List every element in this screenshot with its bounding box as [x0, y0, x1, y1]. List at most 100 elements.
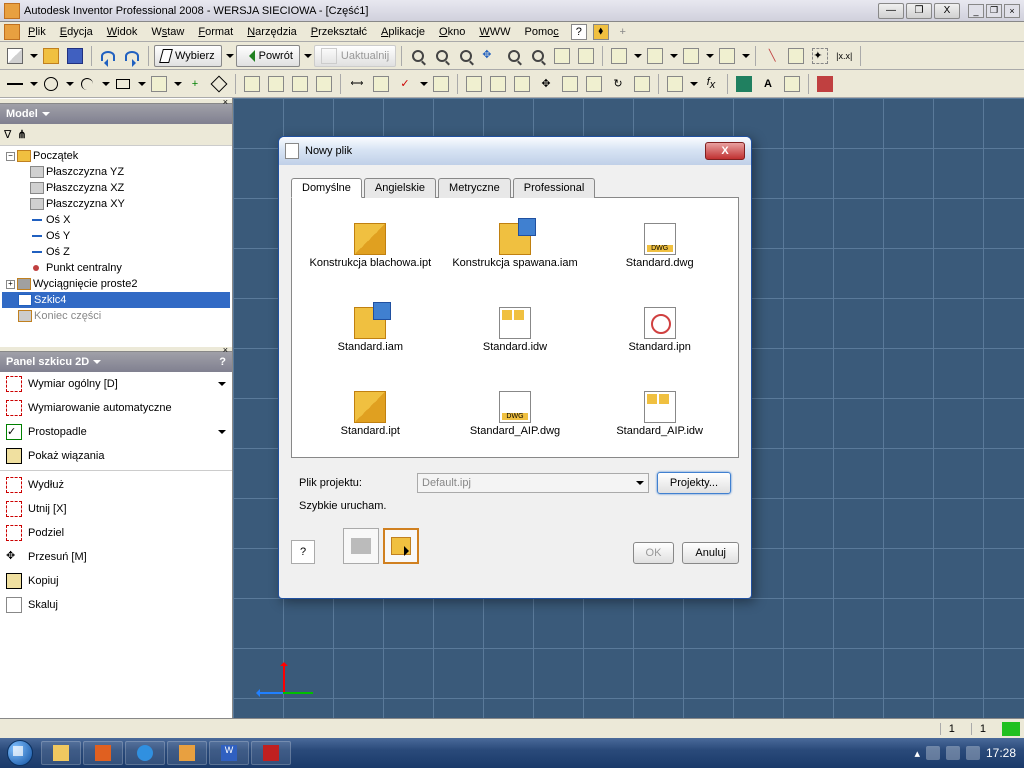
shade-icon[interactable]	[608, 45, 630, 67]
doc-close-button[interactable]: ×	[1004, 4, 1020, 18]
pattern-rect-icon[interactable]	[265, 73, 287, 95]
fillet-icon[interactable]	[148, 73, 170, 95]
arc-icon[interactable]	[76, 73, 98, 95]
tray-volume-icon[interactable]	[966, 746, 980, 760]
orbit-icon[interactable]	[551, 45, 573, 67]
tab-english[interactable]: Angielskie	[364, 178, 436, 198]
sketch-line-icon[interactable]: ╲	[761, 45, 783, 67]
template-item[interactable]: Standard.iam	[300, 290, 441, 370]
task-media[interactable]	[83, 741, 123, 765]
section-icon[interactable]	[716, 45, 738, 67]
help-icon[interactable]: ?	[571, 24, 587, 40]
mirror-icon[interactable]	[241, 73, 263, 95]
menu-edycja[interactable]: Edycja	[54, 25, 99, 39]
tool-autodim[interactable]: Wymiarowanie automatyczne	[0, 396, 232, 420]
image-icon[interactable]	[733, 73, 755, 95]
rect-icon[interactable]	[112, 73, 134, 95]
menu-plik[interactable]: Plik	[22, 25, 52, 39]
line-icon[interactable]	[4, 73, 26, 95]
dialog-titlebar[interactable]: Nowy plik X	[279, 137, 751, 165]
sketch-panel-header[interactable]: Panel szkicu 2D?	[0, 352, 232, 372]
tool-copy[interactable]: Kopiuj	[0, 569, 232, 593]
task-pdf[interactable]	[251, 741, 291, 765]
finish-sketch-icon[interactable]	[814, 73, 836, 95]
tree-item[interactable]: Płaszczyzna YZ	[2, 164, 230, 180]
new-button[interactable]	[4, 45, 26, 67]
tree-root[interactable]: −Początek	[2, 148, 230, 164]
panel-splitter-top[interactable]: ×	[0, 98, 232, 104]
show-constraints-icon[interactable]	[430, 73, 452, 95]
menu-format[interactable]: Format	[192, 25, 239, 39]
offset-icon[interactable]	[313, 73, 335, 95]
rotate-icon[interactable]: ↻	[607, 73, 629, 95]
tree-item[interactable]: Płaszczyzna XY	[2, 196, 230, 212]
scale-icon[interactable]	[583, 73, 605, 95]
task-explorer[interactable]	[41, 741, 81, 765]
template-item[interactable]: Standard.dwg	[589, 206, 730, 286]
menu-pomoc[interactable]: Pomoc	[519, 25, 565, 39]
back-dropdown[interactable]	[304, 54, 312, 62]
tool-scale[interactable]: Skaluj	[0, 593, 232, 617]
template-item[interactable]: Standard.ipn	[589, 290, 730, 370]
quick-launch-new[interactable]	[383, 528, 419, 564]
camera-icon[interactable]	[680, 45, 702, 67]
tool-dimension[interactable]: Wymiar ogólny [D]	[0, 372, 232, 396]
dim-icon[interactable]: ⟷	[346, 73, 368, 95]
template-item[interactable]: Konstrukcja blachowa.ipt	[300, 206, 441, 286]
ok-button[interactable]: OK	[633, 542, 675, 564]
redo-button[interactable]	[121, 45, 143, 67]
task-inventor[interactable]	[167, 741, 207, 765]
tree-item[interactable]: Oś Y	[2, 228, 230, 244]
text-icon[interactable]: A	[757, 73, 779, 95]
dialog-close-button[interactable]: X	[705, 142, 745, 160]
split-icon[interactable]	[511, 73, 533, 95]
template-item[interactable]: Konstrukcja spawana.iam	[445, 206, 586, 286]
menu-widok[interactable]: Widok	[101, 25, 144, 39]
zoom-all-icon[interactable]	[503, 45, 525, 67]
zoom-out-icon[interactable]	[431, 45, 453, 67]
cancel-button[interactable]: Anuluj	[682, 542, 739, 564]
move-icon[interactable]: ✥	[535, 73, 557, 95]
tab-metric[interactable]: Metryczne	[438, 178, 511, 198]
tab-professional[interactable]: Professional	[513, 178, 596, 198]
menu-narzedzia[interactable]: Narzędzia	[241, 25, 303, 39]
tool-extend[interactable]: Wydłuż	[0, 473, 232, 497]
stretch-icon[interactable]	[631, 73, 653, 95]
quick-launch-grey[interactable]	[343, 528, 379, 564]
tool-split[interactable]: Podziel	[0, 521, 232, 545]
select-dropdown[interactable]	[226, 54, 234, 62]
clock[interactable]: 17:28	[986, 746, 1016, 760]
menu-okno[interactable]: Okno	[433, 25, 471, 39]
new-dropdown[interactable]	[30, 54, 38, 62]
update-button[interactable]: Uaktualnij	[314, 45, 396, 67]
pan-icon[interactable]: ✥	[479, 45, 501, 67]
point-icon[interactable]: +	[184, 73, 206, 95]
back-button[interactable]: Powrót	[236, 45, 300, 67]
insert-icon[interactable]	[781, 73, 803, 95]
zoom-in-icon[interactable]	[407, 45, 429, 67]
task-word[interactable]: W	[209, 741, 249, 765]
project-file-combo[interactable]: Default.ipj	[417, 473, 649, 493]
tray-network-icon[interactable]	[946, 746, 960, 760]
menu-www[interactable]: WWW	[473, 25, 516, 39]
projects-button[interactable]: Projekty...	[657, 472, 731, 494]
trim-icon[interactable]	[487, 73, 509, 95]
dialog-help-button[interactable]: ?	[291, 540, 315, 564]
close-button[interactable]: X	[934, 3, 960, 19]
tree-item[interactable]: Punkt centralny	[2, 260, 230, 276]
menu-aplikacje[interactable]: Aplikacje	[375, 25, 431, 39]
view-icon[interactable]	[644, 45, 666, 67]
tool-move[interactable]: ✥Przesuń [M]	[0, 545, 232, 569]
menu-przeksztalc[interactable]: Przekształć	[305, 25, 373, 39]
save-button[interactable]	[64, 45, 86, 67]
tree-extrude[interactable]: +Wyciągnięcie proste2	[2, 276, 230, 292]
doc-restore-button[interactable]: ❐	[986, 4, 1002, 18]
panel-help-icon[interactable]: ?	[219, 356, 226, 368]
circle-icon[interactable]	[40, 73, 62, 95]
menu-wstaw[interactable]: Wstaw	[145, 25, 190, 39]
zoom-sel-icon[interactable]	[527, 45, 549, 67]
tray-expand-icon[interactable]: ▴	[914, 747, 920, 760]
toggle-icon[interactable]: ⬧	[593, 24, 609, 40]
task-ie[interactable]	[125, 741, 165, 765]
binoculars-icon[interactable]: ⋔	[17, 128, 26, 141]
